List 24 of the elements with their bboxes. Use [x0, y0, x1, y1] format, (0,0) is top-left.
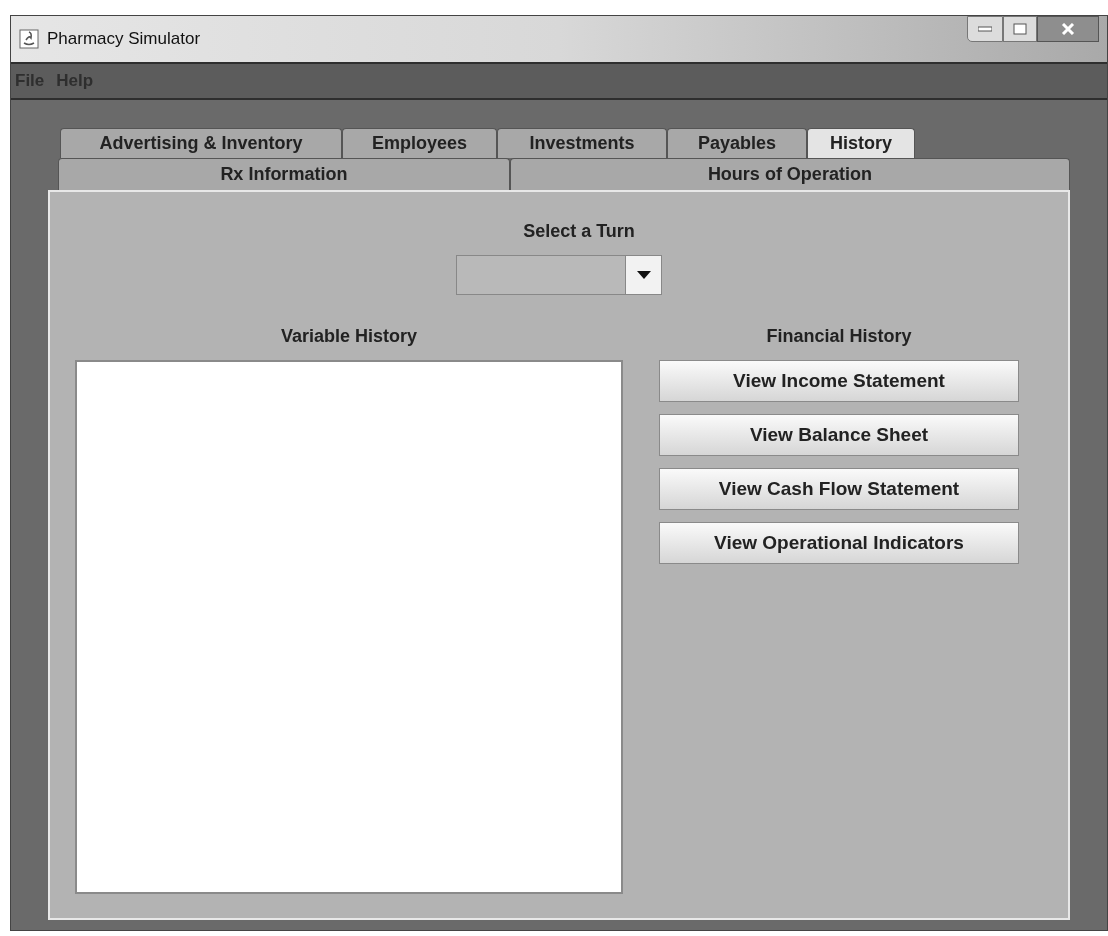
tab[interactable]: History — [807, 128, 915, 158]
maximize-icon — [1013, 23, 1027, 35]
tab[interactable]: Employees — [342, 128, 497, 158]
view-button[interactable]: View Cash Flow Statement — [659, 468, 1019, 510]
window-title: Pharmacy Simulator — [47, 28, 201, 51]
tab[interactable]: Advertising & Inventory — [60, 128, 342, 158]
app-icon — [19, 29, 39, 49]
turn-label: Select a Turn — [523, 220, 635, 243]
minimize-button[interactable] — [967, 16, 1003, 42]
turn-dropdown[interactable] — [456, 255, 662, 295]
caret-icon — [636, 271, 651, 279]
maximize-button[interactable] — [1003, 16, 1037, 42]
close-icon — [1061, 23, 1075, 35]
tab[interactable]: Hours of Operation — [509, 158, 1070, 190]
view-button[interactable]: View Operational Indicators — [659, 522, 1019, 564]
view-button[interactable]: View Income Statement — [659, 360, 1019, 402]
tab[interactable]: Rx Information — [58, 158, 510, 190]
close-button[interactable] — [1037, 16, 1099, 42]
minimize-icon — [978, 26, 992, 32]
tab[interactable]: Payables — [667, 128, 807, 158]
section-label: Financial History — [766, 325, 912, 348]
view-button[interactable]: View Balance Sheet — [659, 414, 1019, 456]
section-label: Variable History — [280, 325, 418, 348]
tab[interactable]: Investments — [497, 128, 667, 158]
